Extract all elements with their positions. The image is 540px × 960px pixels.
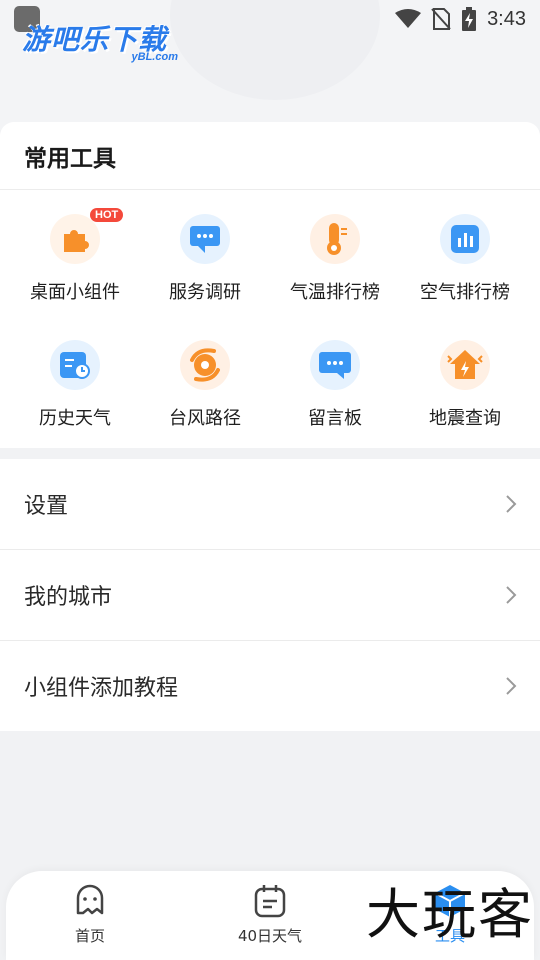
tool-message-board[interactable]: 留言板	[270, 340, 400, 440]
tool-label: 空气排行榜	[420, 282, 510, 303]
tool-label: 台风路径	[169, 408, 241, 429]
menu-item-settings[interactable]: 设置	[0, 459, 540, 550]
chat-bubble-icon	[180, 214, 230, 264]
tool-desktop-widget[interactable]: HOT 桌面小组件	[10, 208, 140, 314]
tool-history-weather[interactable]: 历史天气	[10, 340, 140, 440]
nav-40-day-weather[interactable]: 40日天气	[210, 883, 330, 953]
tool-label: 地震查询	[429, 408, 501, 429]
tool-label: 历史天气	[39, 408, 111, 429]
tool-air-ranking[interactable]: 空气排行榜	[400, 214, 530, 314]
site-logo: 游吧乐下载 yBL.com	[22, 18, 192, 66]
logo-subtext: yBL.com	[131, 51, 178, 63]
menu-item-label: 我的城市	[24, 585, 113, 610]
menu-item-label: 设置	[24, 494, 69, 519]
menu-item-widget-tutorial[interactable]: 小组件添加教程	[0, 641, 540, 731]
watermark-text: 大玩客	[366, 883, 534, 946]
tool-label: 气温排行榜	[290, 282, 380, 303]
common-tools-card: 常用工具 HOT 桌面小组件 服务调研 气温排行榜 空气排行榜 历史天气 台风路…	[0, 122, 540, 448]
menu-item-label: 小组件添加教程	[24, 676, 179, 701]
menu-item-my-city[interactable]: 我的城市	[0, 550, 540, 641]
tools-grid: HOT 桌面小组件 服务调研 气温排行榜 空气排行榜 历史天气 台风路径 留言板…	[0, 190, 540, 446]
puzzle-icon: HOT	[50, 208, 124, 264]
chevron-right-icon	[506, 677, 517, 695]
history-clock-icon	[50, 340, 100, 390]
no-sim-icon	[431, 8, 451, 30]
hot-badge: HOT	[90, 208, 124, 222]
tool-label: 服务调研	[169, 282, 241, 303]
battery-charging-icon	[462, 7, 477, 31]
home-face-icon	[76, 884, 104, 915]
message-board-icon	[310, 340, 360, 390]
chevron-right-icon	[506, 586, 517, 604]
nav-label: 40日天气	[237, 927, 303, 945]
nav-label: 首页	[74, 927, 105, 945]
thermometer-icon	[310, 214, 360, 264]
settings-menu: 设置 我的城市 小组件添加教程	[0, 459, 540, 731]
earthquake-house-icon	[440, 340, 490, 390]
wifi-icon	[395, 9, 422, 28]
nav-home[interactable]: 首页	[30, 883, 150, 953]
bar-chart-icon	[440, 214, 490, 264]
section-title: 常用工具	[0, 122, 540, 190]
tool-service-survey[interactable]: 服务调研	[140, 214, 270, 314]
typhoon-icon	[180, 340, 230, 390]
tool-label: 留言板	[308, 408, 362, 429]
tool-typhoon-path[interactable]: 台风路径	[140, 340, 270, 440]
status-time: 3:43	[487, 7, 526, 30]
tool-label: 桌面小组件	[30, 282, 120, 303]
tool-temperature-ranking[interactable]: 气温排行榜	[270, 214, 400, 314]
calendar-icon	[254, 885, 286, 918]
tool-earthquake-query[interactable]: 地震查询	[400, 340, 530, 440]
chevron-right-icon	[506, 495, 517, 513]
